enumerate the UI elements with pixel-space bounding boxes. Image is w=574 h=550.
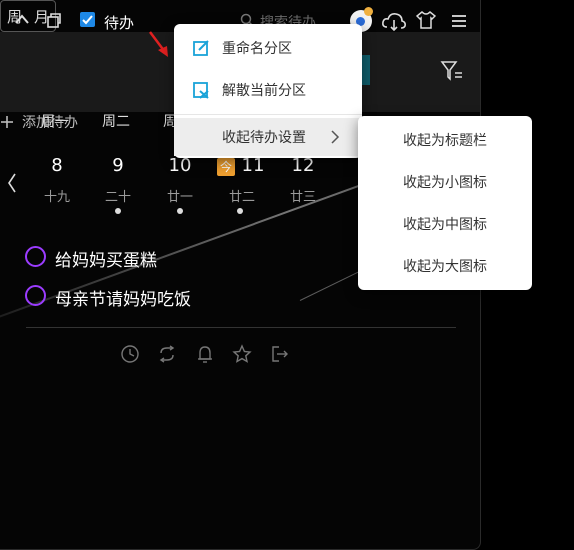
date-day[interactable]: 12 [283,155,323,176]
chevron-right-icon [331,130,340,144]
date-lunar: 廿二 [228,190,255,205]
weekday-label: 周一 [41,114,69,130]
collapse-up-icon[interactable] [14,13,30,25]
dissolve-section-item[interactable]: 解散当前分区 [174,70,362,110]
context-menu: 重命名分区 解散当前分区 收起待办设置 [174,24,362,158]
todo-item-text[interactable]: 母亲节请妈妈吃饭 [55,285,191,310]
dissolve-icon [193,82,209,99]
rename-section-item[interactable]: 重命名分区 [174,28,362,68]
red-arrow-icon [149,31,168,57]
menu-divider [174,114,362,115]
date-lunar: 廿一 [166,190,193,205]
category-checkbox-icon[interactable] [80,12,95,27]
menu-item-label: 重命名分区 [222,41,292,57]
event-dot [237,208,243,214]
collapse-to-small-icon-item[interactable]: 收起为小图标 [358,162,532,202]
collapse-to-titlebar-item[interactable]: 收起为标题栏 [358,120,532,160]
skin-shirt-icon[interactable] [416,11,436,29]
date-day[interactable]: 11 [233,155,273,176]
collapse-to-medium-icon-item[interactable]: 收起为中图标 [358,204,532,244]
menu-item-label: 解散当前分区 [222,83,306,99]
repeat-icon[interactable] [157,344,177,364]
date-lunar: 十九 [43,190,70,205]
event-dot [177,208,183,214]
edit-icon [193,40,209,56]
date-day[interactable]: 10 [160,155,200,176]
collapse-settings-item[interactable]: 收起待办设置 [174,118,362,156]
date-day[interactable]: 9 [98,155,138,176]
date-lunar: 二十 [104,190,131,205]
move-out-icon[interactable] [270,344,290,364]
plus-icon [1,116,13,128]
prev-week-icon[interactable] [7,172,17,194]
weekday-label: 周二 [102,114,130,130]
clock-icon[interactable] [120,344,140,364]
category-title[interactable]: 待办 [104,12,134,33]
star-icon[interactable] [232,344,252,364]
todo-checkbox[interactable] [25,246,46,267]
date-lunar: 廿三 [289,190,316,205]
todo-checkbox[interactable] [25,285,46,306]
window-restore-icon[interactable] [46,12,62,28]
divider [26,327,456,328]
menu-item-label: 收起待办设置 [222,130,306,146]
cloud-sync-icon[interactable] [381,10,407,32]
todo-item-text[interactable]: 给妈妈买蛋糕 [55,246,157,271]
bell-icon[interactable] [195,344,215,364]
collapse-submenu: 收起为标题栏 收起为小图标 收起为中图标 收起为大图标 [358,116,532,290]
event-dot [115,208,121,214]
collapse-to-large-icon-item[interactable]: 收起为大图标 [358,246,532,286]
filter-icon[interactable] [440,60,464,82]
date-day[interactable]: 8 [37,155,77,176]
menu-icon[interactable] [451,14,467,28]
